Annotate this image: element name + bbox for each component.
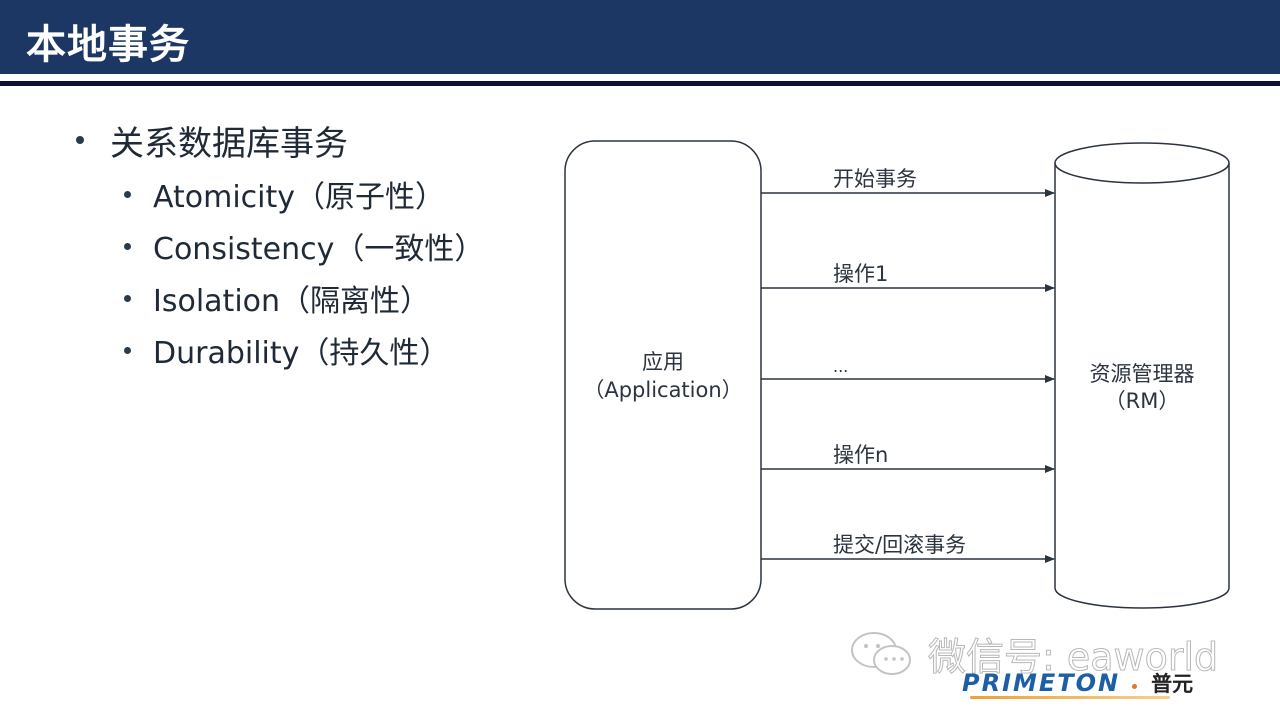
arrow-label: 开始事务 (833, 167, 917, 191)
arrow-operation-1: 操作1 (761, 262, 1055, 292)
rm-label-cn: 资源管理器 (1090, 362, 1195, 386)
app-label-en: （Application） (583, 378, 742, 402)
transaction-diagram: 应用 （Application） 资源管理器 （RM） 开始事务 操作1 ...… (564, 140, 1230, 610)
arrow-ellipsis: ... (761, 357, 1055, 383)
logo-underline (970, 696, 1170, 699)
arrow-begin-transaction: 开始事务 (761, 167, 1055, 197)
arrow-commit-rollback: 提交/回滚事务 (761, 533, 1055, 563)
rm-label-en: （RM） (1105, 389, 1180, 413)
application-box (564, 140, 762, 610)
logo-chinese: 普元 (1151, 672, 1194, 696)
primeton-logo: PRIMETON 普元 (962, 668, 1193, 698)
wechat-icon (851, 632, 911, 675)
arrow-label: 操作1 (833, 262, 888, 286)
logo-separator-dot (1132, 684, 1138, 689)
arrow-operation-n: 操作n (761, 443, 1055, 473)
logo-brand: PRIMETON (962, 669, 1121, 697)
app-label-cn: 应用 (642, 350, 684, 374)
arrow-label: ... (833, 357, 848, 376)
arrow-label: 操作n (833, 443, 888, 467)
arrow-label: 提交/回滚事务 (833, 533, 966, 557)
